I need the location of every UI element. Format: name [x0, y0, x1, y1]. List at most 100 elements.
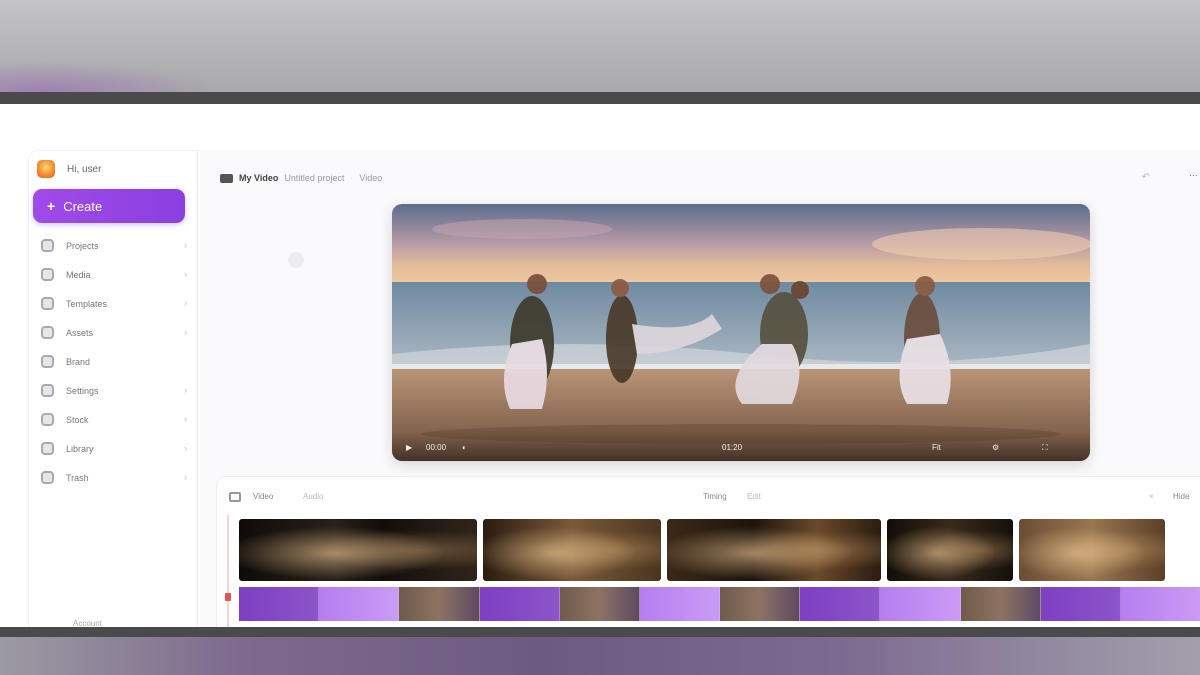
sidebar-item-label: Brand [66, 356, 91, 367]
video-clip[interactable] [483, 519, 661, 581]
brand-logo-icon [37, 160, 55, 178]
sidebar-item-label: Projects [66, 240, 99, 251]
background-glow [0, 60, 220, 92]
sidebar-item-stock[interactable]: Stock › [41, 405, 189, 434]
video-clip[interactable] [887, 519, 1013, 581]
stock-icon [41, 413, 54, 426]
overlay-clip[interactable] [479, 587, 560, 621]
sidebar-item-trash[interactable]: Trash › [41, 463, 189, 492]
sidebar-item-library[interactable]: Library › [41, 434, 189, 463]
project-subtitle: Untitled project [284, 173, 345, 183]
sidebar: Hi, user + Create Projects › Media › Templ… [28, 150, 198, 627]
overlay-clip[interactable] [880, 587, 961, 621]
close-icon[interactable]: × [1149, 492, 1154, 501]
total-time: 01:20 [722, 443, 743, 452]
brand[interactable]: Hi, user [37, 159, 101, 179]
fullscreen-icon[interactable]: ⛶ [1042, 443, 1048, 453]
trash-icon [41, 471, 54, 484]
background-bottom-band [0, 637, 1200, 675]
tab-video[interactable]: Video [253, 492, 273, 501]
background-divider-bottom [0, 627, 1200, 637]
assets-icon [41, 326, 54, 339]
video-clip[interactable] [1019, 519, 1165, 581]
sidebar-item-settings[interactable]: Settings › [41, 376, 189, 405]
chevron-right-icon: › [184, 298, 187, 308]
gear-icon [41, 384, 54, 397]
overlay-track [239, 587, 1200, 621]
sidebar-item-brand[interactable]: Brand [41, 347, 189, 376]
play-icon[interactable]: ▶ [406, 443, 412, 452]
editor-main: My Video Untitled project · Video ↶ ⋯ ▶ … [200, 150, 1200, 627]
chevron-right-icon: › [184, 385, 187, 395]
background-top-band [0, 0, 1200, 92]
brand-name: Hi, user [67, 163, 102, 175]
overlay-clip[interactable] [639, 587, 721, 621]
current-time: 00:00 [426, 443, 447, 452]
video-track [239, 519, 1165, 581]
create-button[interactable]: + Create [33, 189, 185, 223]
breadcrumb-separator: · [350, 173, 354, 183]
editor-window: Hi, user + Create Projects › Media › Templ… [0, 104, 1200, 627]
media-icon [41, 268, 54, 281]
overlay-clip[interactable] [239, 587, 320, 621]
overlay-clip[interactable] [1120, 587, 1200, 621]
volume-icon[interactable]: ◐ [462, 443, 467, 452]
tab-audio[interactable]: Audio [303, 492, 323, 501]
sidebar-item-label: Assets [66, 327, 94, 338]
sidebar-item-label: Stock [66, 414, 89, 425]
timeline-header: Video Audio Timing Edit × Hide [229, 489, 1197, 505]
chevron-right-icon: › [184, 240, 187, 250]
plus-icon: + [47, 198, 56, 214]
timing-button[interactable]: Timing [703, 492, 727, 501]
hide-timeline-button[interactable]: Hide [1173, 492, 1189, 501]
chevron-right-icon: › [184, 472, 187, 482]
overlay-clip[interactable] [720, 587, 801, 621]
timeline-panel: Video Audio Timing Edit × Hide [216, 476, 1200, 627]
more-icon[interactable]: ⋯ [1189, 170, 1198, 181]
timeline-icon [229, 492, 241, 502]
sidebar-item-media[interactable]: Media › [41, 260, 189, 289]
project-title[interactable]: My Video [239, 173, 278, 183]
create-button-label: Create [63, 198, 103, 214]
playhead-marker[interactable] [225, 593, 231, 601]
editor-header: My Video Untitled project · Video [220, 168, 382, 188]
settings-icon[interactable]: ⚙ [992, 443, 999, 452]
folder-icon [41, 239, 54, 252]
video-clip[interactable] [667, 519, 881, 581]
chevron-right-icon: › [184, 443, 187, 453]
chevron-right-icon: › [184, 327, 187, 337]
sidebar-item-label: Trash [66, 472, 89, 483]
edit-button[interactable]: Edit [747, 492, 761, 501]
sidebar-item-templates[interactable]: Templates › [41, 289, 189, 318]
sidebar-item-label: Settings [66, 385, 99, 396]
video-clip[interactable] [239, 519, 477, 581]
sidebar-nav: Projects › Media › Templates › Assets › Bran… [41, 231, 189, 492]
player-controls: ▶ 00:00 ◐ 01:20 Fit ⚙ ⛶ [392, 432, 1090, 461]
sidebar-item-assets[interactable]: Assets › [41, 318, 189, 347]
sidebar-item-label: Media [66, 269, 91, 280]
video-preview[interactable]: ▶ 00:00 ◐ 01:20 Fit ⚙ ⛶ [392, 204, 1090, 461]
beach-scene-image [392, 204, 1090, 461]
overlay-clip[interactable] [1040, 587, 1121, 621]
canvas-handle[interactable] [288, 252, 304, 268]
breadcrumb[interactable]: Video [359, 173, 382, 183]
chevron-right-icon: › [184, 269, 187, 279]
zoom-level[interactable]: Fit [932, 443, 941, 452]
undo-icon[interactable]: ↶ [1142, 172, 1150, 183]
background-divider-top [0, 92, 1200, 104]
overlay-clip[interactable] [319, 587, 400, 621]
brand-kit-icon [41, 355, 54, 368]
library-icon [41, 442, 54, 455]
sidebar-item-label: Library [66, 443, 94, 454]
playhead-line[interactable] [227, 515, 229, 627]
sidebar-footer[interactable]: Account [73, 619, 102, 627]
video-camera-icon [220, 173, 233, 183]
sidebar-item-label: Templates [66, 298, 108, 309]
template-icon [41, 297, 54, 310]
overlay-clip[interactable] [559, 587, 640, 621]
sidebar-item-projects[interactable]: Projects › [41, 231, 189, 260]
overlay-clip[interactable] [800, 587, 881, 621]
overlay-clip[interactable] [960, 587, 1041, 621]
chevron-right-icon: › [184, 414, 187, 424]
overlay-clip[interactable] [399, 587, 480, 621]
